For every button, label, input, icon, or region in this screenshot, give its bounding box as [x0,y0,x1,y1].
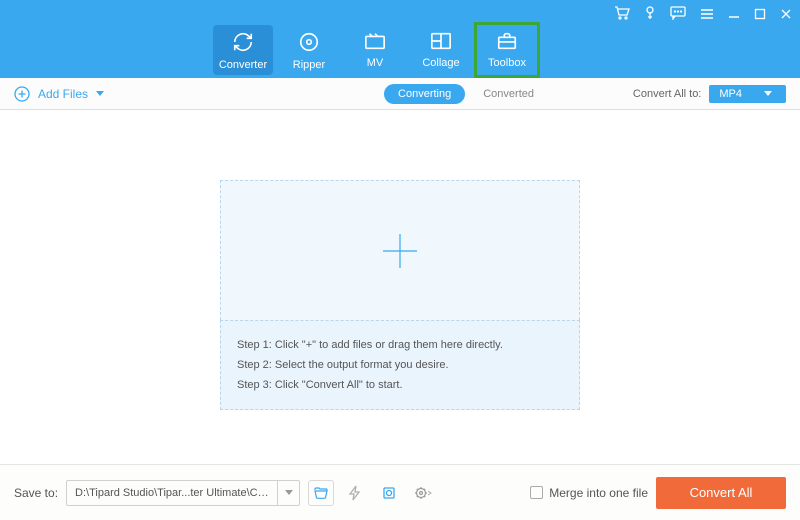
open-folder-button[interactable] [308,480,334,506]
system-toolbar [614,6,792,25]
nav-label: Toolbox [488,57,526,69]
merge-checkbox[interactable]: Merge into one file [530,486,648,500]
hardware-accel-button[interactable] [342,480,368,506]
save-to-label: Save to: [14,486,58,500]
step-text: Step 2: Select the output format you des… [237,359,563,371]
status-tabs: Converting Converted [384,84,534,104]
merge-label: Merge into one file [549,486,648,500]
close-icon[interactable] [780,7,792,25]
dropzone-instructions: Step 1: Click "+" to add files or drag t… [220,320,580,410]
settings-button[interactable] [410,480,436,506]
add-files-button[interactable]: Add Files [14,86,104,102]
menu-icon[interactable] [700,7,714,25]
checkbox-icon [530,486,543,499]
nav-label: Collage [422,57,459,69]
nav-converter[interactable]: Converter [213,25,273,75]
format-select[interactable]: MP4 [709,85,786,103]
footer-bar: Save to: D:\Tipard Studio\Tipar...ter Ul… [0,464,800,520]
nav-label: MV [367,57,384,69]
step-text: Step 1: Click "+" to add files or drag t… [237,339,563,351]
chevron-down-icon [764,91,772,96]
minimize-icon[interactable] [728,7,740,25]
main-area: Step 1: Click "+" to add files or drag t… [0,110,800,464]
nav-ripper[interactable]: Ripper [279,25,339,75]
gpu-button[interactable] [376,480,402,506]
dropzone-add-area[interactable] [220,180,580,320]
convert-all-to-label: Convert All to: [633,88,701,100]
step-text: Step 3: Click "Convert All" to start. [237,379,563,391]
add-files-label: Add Files [38,87,88,101]
main-nav: Converter Ripper MV Collage Toolbox [213,25,543,75]
output-path-value: D:\Tipard Studio\Tipar...ter Ultimate\Co… [67,487,277,499]
nav-label: Converter [219,59,267,71]
nav-toolbox[interactable]: Toolbox [477,25,537,75]
nav-label: Ripper [293,59,325,71]
nav-collage[interactable]: Collage [411,25,471,75]
format-value: MP4 [719,88,742,100]
tab-converted[interactable]: Converted [483,88,534,100]
output-path-select[interactable]: D:\Tipard Studio\Tipar...ter Ultimate\Co… [66,480,300,506]
nav-mv[interactable]: MV [345,25,405,75]
maximize-icon[interactable] [754,7,766,25]
convert-all-button[interactable]: Convert All [656,477,786,509]
chevron-down-icon [96,91,104,96]
plus-icon [377,228,423,274]
feedback-icon[interactable] [670,6,686,25]
key-icon[interactable] [644,6,656,25]
cart-icon[interactable] [614,6,630,25]
dropzone[interactable]: Step 1: Click "+" to add files or drag t… [220,180,580,410]
convert-all-format: Convert All to: MP4 [633,85,786,103]
tab-converting[interactable]: Converting [384,84,465,104]
chevron-down-icon [285,490,293,495]
path-dropdown-toggle[interactable] [277,481,299,505]
app-header: Converter Ripper MV Collage Toolbox [0,0,800,78]
sub-toolbar: Add Files Converting Converted Convert A… [0,78,800,110]
